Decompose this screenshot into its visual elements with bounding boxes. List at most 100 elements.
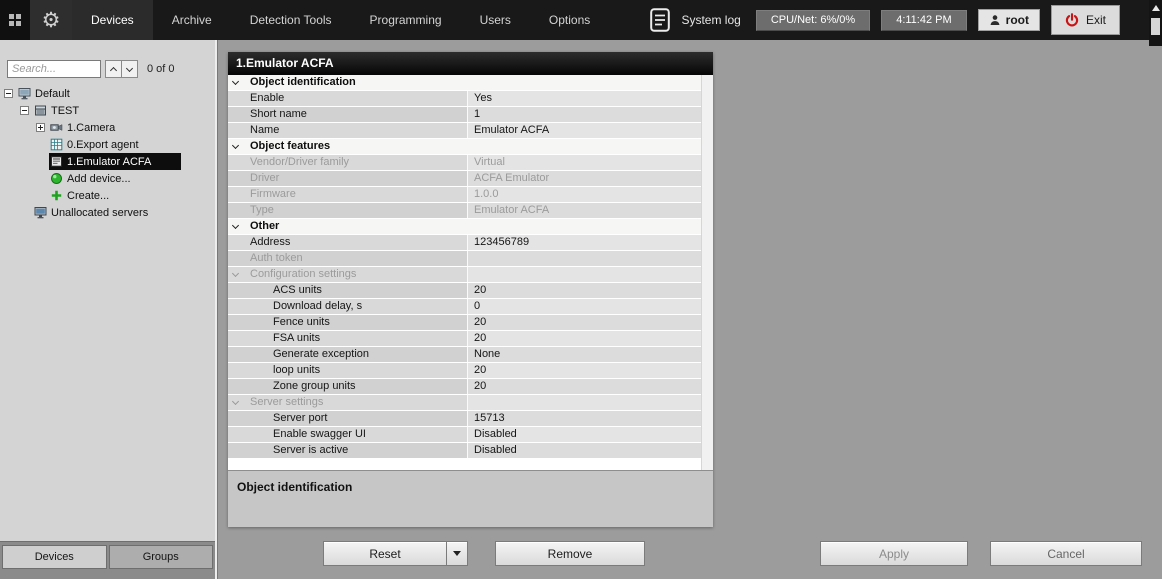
property-value[interactable]: Virtual bbox=[468, 155, 701, 170]
system-log-label[interactable]: System log bbox=[681, 13, 740, 27]
tab-users[interactable]: Users bbox=[461, 0, 530, 40]
property-row-acs-units[interactable]: ACS units 20 bbox=[228, 283, 701, 299]
tree-item-label: TEST bbox=[51, 104, 80, 117]
apps-grid-button[interactable] bbox=[0, 0, 30, 40]
tree-item-add-device[interactable]: Add device... bbox=[0, 170, 215, 187]
property-value[interactable]: Emulator ACFA bbox=[468, 123, 701, 138]
property-value[interactable]: ACFA Emulator bbox=[468, 171, 701, 186]
reset-split-button: Reset bbox=[323, 541, 468, 566]
tree-item-create[interactable]: Create... bbox=[0, 187, 215, 204]
property-row-enable-swagger-ui[interactable]: Enable swagger UI Disabled bbox=[228, 427, 701, 443]
property-value[interactable]: Yes bbox=[468, 91, 701, 106]
property-label: Enable swagger UI bbox=[228, 427, 468, 442]
add-device-icon bbox=[50, 172, 63, 185]
property-row-fence-units[interactable]: Fence units 20 bbox=[228, 315, 701, 331]
sidebar-tab-devices[interactable]: Devices bbox=[2, 545, 107, 569]
section-label: Object identification bbox=[250, 76, 356, 88]
property-value[interactable]: 20 bbox=[468, 331, 701, 346]
property-value[interactable]: 20 bbox=[468, 315, 701, 330]
property-row-enable[interactable]: Enable Yes bbox=[228, 91, 701, 107]
tree-item-0-export-agent[interactable]: 0.Export agent bbox=[0, 136, 215, 153]
property-value[interactable]: 1.0.0 bbox=[468, 187, 701, 202]
property-value[interactable] bbox=[468, 251, 701, 266]
property-value[interactable]: 15713 bbox=[468, 411, 701, 426]
property-row-short-name[interactable]: Short name 1 bbox=[228, 107, 701, 123]
tree-item-1-camera[interactable]: 1.Camera bbox=[0, 119, 215, 136]
property-row-vendor-driver-family[interactable]: Vendor/Driver family Virtual bbox=[228, 155, 701, 171]
panel-divider[interactable] bbox=[215, 40, 218, 579]
property-value[interactable]: 1 bbox=[468, 107, 701, 122]
tab-archive[interactable]: Archive bbox=[153, 0, 231, 40]
tab-detection-tools[interactable]: Detection Tools bbox=[231, 0, 351, 40]
property-row-fsa-units[interactable]: FSA units 20 bbox=[228, 331, 701, 347]
section-object-features[interactable]: Object features bbox=[228, 139, 701, 155]
property-row-address[interactable]: Address 123456789 bbox=[228, 235, 701, 251]
property-row-server-is-active[interactable]: Server is active Disabled bbox=[228, 443, 701, 459]
grid-scrollbar[interactable] bbox=[701, 75, 713, 470]
property-value[interactable]: Emulator ACFA bbox=[468, 203, 701, 218]
cancel-button[interactable]: Cancel bbox=[990, 541, 1142, 566]
properties-panel: 1.Emulator ACFA Object identification Ena… bbox=[228, 52, 713, 527]
group-configuration-settings[interactable]: Configuration settings bbox=[228, 267, 701, 283]
tab-devices[interactable]: Devices bbox=[72, 0, 153, 40]
unallocated-servers-icon bbox=[34, 206, 47, 219]
tree-item-1-emulator-acfa[interactable]: 1.Emulator ACFA bbox=[0, 153, 215, 170]
scroll-thumb[interactable] bbox=[1151, 18, 1160, 35]
tree-item-test[interactable]: TEST bbox=[0, 102, 215, 119]
power-icon bbox=[1065, 13, 1079, 27]
tree-item-unallocated-servers[interactable]: Unallocated servers bbox=[0, 204, 215, 221]
property-grid: Object identification Enable Yes Short name… bbox=[228, 75, 701, 470]
tree-item-default[interactable]: Default bbox=[0, 85, 215, 102]
tree-item-label: 1.Emulator ACFA bbox=[67, 155, 152, 168]
property-value[interactable]: Disabled bbox=[468, 443, 701, 458]
property-row-zone-group-units[interactable]: Zone group units 20 bbox=[228, 379, 701, 395]
property-row-firmware[interactable]: Firmware 1.0.0 bbox=[228, 187, 701, 203]
tab-programming[interactable]: Programming bbox=[351, 0, 461, 40]
tree-expander-icon[interactable] bbox=[36, 123, 45, 132]
computer-icon bbox=[18, 87, 31, 100]
property-value[interactable]: Disabled bbox=[468, 427, 701, 442]
reset-button[interactable]: Reset bbox=[323, 541, 447, 566]
exit-button[interactable]: Exit bbox=[1050, 5, 1120, 35]
remove-button[interactable]: Remove bbox=[495, 541, 645, 566]
search-input[interactable] bbox=[7, 60, 101, 78]
property-value[interactable]: 0 bbox=[468, 299, 701, 314]
property-row-auth-token[interactable]: Auth token bbox=[228, 251, 701, 267]
description-title: Object identification bbox=[237, 480, 353, 494]
tree-item-label: Create... bbox=[67, 189, 110, 202]
section-object-identification[interactable]: Object identification bbox=[228, 75, 701, 91]
tree-expander-icon[interactable] bbox=[4, 89, 13, 98]
tab-options[interactable]: Options bbox=[530, 0, 609, 40]
tree-item-label: Default bbox=[35, 87, 70, 100]
property-row-generate-exception[interactable]: Generate exception None bbox=[228, 347, 701, 363]
reset-dropdown-button[interactable] bbox=[446, 541, 468, 566]
property-label: Firmware bbox=[228, 187, 468, 202]
user-badge[interactable]: root bbox=[977, 9, 1040, 31]
sidebar-tab-groups[interactable]: Groups bbox=[108, 545, 213, 569]
property-value[interactable]: 20 bbox=[468, 363, 701, 378]
tree-expander-icon[interactable] bbox=[20, 106, 29, 115]
group-value bbox=[468, 395, 701, 410]
property-grid-wrap: Object identification Enable Yes Short name… bbox=[228, 75, 713, 470]
property-row-download-delay-s[interactable]: Download delay, s0 bbox=[228, 299, 701, 315]
system-log-icon[interactable] bbox=[650, 8, 671, 32]
search-prev-button[interactable] bbox=[105, 60, 122, 78]
property-label: Enable bbox=[228, 91, 468, 106]
property-value[interactable]: 20 bbox=[468, 283, 701, 298]
apply-button[interactable]: Apply bbox=[820, 541, 968, 566]
group-server-settings[interactable]: Server settings bbox=[228, 395, 701, 411]
user-name: root bbox=[1005, 13, 1029, 27]
property-row-type[interactable]: Type Emulator ACFA bbox=[228, 203, 701, 219]
property-value[interactable]: 20 bbox=[468, 379, 701, 394]
section-other[interactable]: Other bbox=[228, 219, 701, 235]
property-value[interactable]: None bbox=[468, 347, 701, 362]
scroll-up-icon[interactable] bbox=[1151, 5, 1160, 11]
property-row-loop-units[interactable]: loop units 20 bbox=[228, 363, 701, 379]
property-row-server-port[interactable]: Server port 15713 bbox=[228, 411, 701, 427]
property-value[interactable]: 123456789 bbox=[468, 235, 701, 250]
settings-gear-button[interactable]: ⚙ bbox=[30, 0, 72, 40]
search-next-button[interactable] bbox=[121, 60, 138, 78]
property-row-name[interactable]: Name Emulator ACFA bbox=[228, 123, 701, 139]
property-label: ACS units bbox=[228, 283, 468, 298]
property-row-driver[interactable]: Driver ACFA Emulator bbox=[228, 171, 701, 187]
